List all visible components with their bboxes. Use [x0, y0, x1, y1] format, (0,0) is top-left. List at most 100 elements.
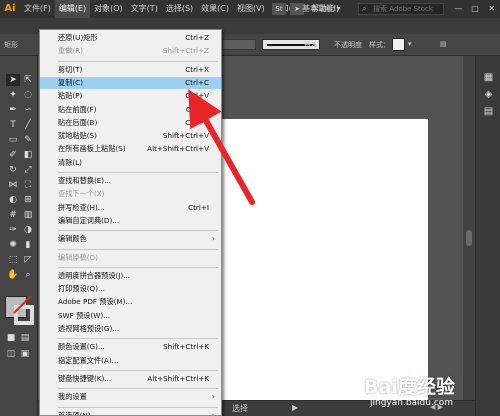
menu-item-shortcut: Shift+Ctrl+K	[163, 342, 209, 352]
libraries-panel-icon[interactable]: ▤	[482, 106, 495, 118]
menu-item[interactable]: 透明度拼合器预设(J)...	[40, 270, 221, 282]
menu-item[interactable]: 复制(C) Ctrl+C	[40, 76, 221, 89]
maximize-button[interactable]: □	[467, 0, 484, 18]
menu-item[interactable]: 编辑自定词典(D)...	[40, 215, 221, 227]
scale-tool-icon[interactable]: ⤢	[21, 164, 35, 176]
menu-item[interactable]: 贴在后面(B) Ctrl+B	[40, 117, 221, 129]
menu-item-label: 贴在前面(F)	[58, 104, 97, 114]
type-tool-icon[interactable]: T	[6, 119, 20, 131]
menu-item[interactable]: 重做(R) Shift+Ctrl+Z	[40, 45, 221, 57]
menu-item[interactable]: 颜色设置(G)... Shift+Ctrl+K	[40, 341, 221, 353]
hand-tool-icon[interactable]: ✋	[6, 269, 20, 281]
menu-4[interactable]: 选择(S)	[162, 0, 197, 18]
pen-tool-icon[interactable]: ✒	[6, 104, 20, 116]
eyedropper-icon[interactable]: ✑	[6, 224, 20, 236]
menu-5[interactable]: 效果(C)	[197, 0, 233, 18]
direct-selection-tool-icon[interactable]: ⇱	[21, 74, 35, 86]
slice-tool-icon[interactable]: ◸	[21, 254, 35, 266]
menu-0[interactable]: 文件(F)	[20, 0, 55, 18]
menu-item-shortcut: Ctrl+X	[185, 64, 209, 74]
minimize-button[interactable]: —	[450, 0, 467, 18]
menu-item[interactable]: 透视网格预设(G)...	[40, 323, 221, 335]
status-arrow-icon[interactable]: ▶	[292, 403, 298, 412]
chevron-right-icon: ›	[211, 392, 215, 402]
stock-search-input[interactable]: ⌕ 搜索 Adobe Stock	[358, 3, 444, 15]
color-mode-icon[interactable]: ■	[4, 332, 18, 344]
free-transform-icon[interactable]: ⛶	[21, 179, 35, 191]
rotate-tool-icon[interactable]: ↻	[6, 164, 20, 176]
artboard-tool-icon[interactable]: ⬚	[6, 254, 20, 266]
menu-item[interactable]: 打印预设(Q)...	[40, 283, 221, 295]
menu-item[interactable]: SWF 预设(W)...	[40, 310, 221, 322]
curvature-tool-icon[interactable]: ∽	[21, 104, 35, 116]
stroke-weight-field[interactable]	[222, 39, 256, 50]
menu-6[interactable]: 视图(V)	[233, 0, 269, 18]
watermark-logo: Bai度经验	[364, 376, 455, 398]
gradient-tool-icon[interactable]: ▥	[21, 209, 35, 221]
menu-item[interactable]: Adobe PDF 预设(M)...	[40, 296, 221, 308]
menu-item[interactable]: 键盘快捷键(K)... Alt+Shift+Ctrl+K	[40, 373, 221, 385]
menu-3[interactable]: 文字(T)	[127, 0, 162, 18]
menu-item[interactable]: 编辑原稿(O)	[40, 252, 221, 264]
menu-item-label: 透视网格预设(G)...	[58, 324, 120, 333]
menu-item-shortcut: Ctrl+V	[185, 91, 209, 101]
paintbrush-icon[interactable]: ✎	[21, 134, 35, 146]
menu-item-label: 指定配置文件(A)...	[58, 355, 119, 365]
shaper-tool-icon[interactable]: ✐	[6, 149, 20, 161]
menu-item-label: 打印预设(Q)...	[58, 284, 105, 294]
layers-panel-icon[interactable]: ◈	[482, 89, 495, 101]
magic-wand-icon[interactable]: ✦	[6, 89, 20, 101]
menu-item-label: 查找和替换(E)...	[58, 176, 111, 185]
rectangle-tool-icon[interactable]: ▭	[6, 134, 20, 146]
close-button[interactable]: ✕	[483, 0, 500, 18]
scrollbar-thumb[interactable]	[466, 230, 472, 246]
line-tool-icon[interactable]: ╱	[21, 119, 35, 131]
vertical-scrollbar[interactable]	[463, 56, 475, 400]
menu-item[interactable]: 首选项(N) ›	[40, 410, 221, 416]
menu-1[interactable]: 编辑(E)	[54, 0, 91, 18]
graphic-style-swatch[interactable]	[392, 38, 405, 51]
menu-2[interactable]: 对象(O)	[90, 0, 127, 18]
menu-item[interactable]: 还原(U)矩形 Ctrl+Z	[40, 32, 221, 44]
chevron-down-icon[interactable]: ▾	[408, 40, 412, 48]
menu-item-label: 颜色设置(G)...	[58, 342, 105, 352]
stroke-style-label: 基本	[304, 41, 318, 49]
menu-item[interactable]: 拼写检查(H)... Ctrl+I	[40, 202, 221, 214]
document-setup-icon[interactable]: ▤	[440, 40, 447, 48]
screen-mode-icon[interactable]: ▣	[18, 348, 32, 360]
menu-item-shortcut: Ctrl+I	[188, 202, 209, 212]
zoom-tool-icon[interactable]: ⌕	[21, 269, 35, 281]
menu-item[interactable]: 指定配置文件(A)...	[40, 355, 221, 367]
selection-tool-icon[interactable]: ➤	[6, 74, 20, 86]
workspace-switcher[interactable]: 基本功能 ▾	[302, 0, 341, 18]
graph-tool-icon[interactable]: ▮	[21, 239, 35, 251]
mesh-tool-icon[interactable]: #	[6, 209, 20, 221]
lasso-icon[interactable]: ◌	[21, 89, 35, 101]
eraser-icon[interactable]: ◧	[21, 149, 35, 161]
menu-item[interactable]: 我的设置 ›	[40, 391, 221, 403]
properties-panel-icon[interactable]: ▦	[482, 72, 495, 84]
status-mode[interactable]: 选择	[232, 403, 248, 414]
blend-tool-icon[interactable]: ◑	[21, 224, 35, 236]
width-tool-icon[interactable]: ⋈	[6, 179, 20, 191]
menu-item[interactable]: 剪切(T) Ctrl+X	[40, 64, 221, 76]
opacity-label[interactable]: 不透明度	[334, 40, 362, 50]
menu-item[interactable]: 清除(L)	[40, 157, 221, 169]
menu-item[interactable]: 贴在前面(F) Ctrl+F	[40, 104, 221, 116]
menu-item[interactable]: 编辑颜色 ›	[40, 233, 221, 245]
menu-item[interactable]: 粘贴(P) Ctrl+V	[40, 90, 221, 102]
perspective-grid-icon[interactable]: ⊞	[21, 194, 35, 206]
menu-item-shortcut: Shift+Ctrl+Z	[162, 46, 209, 56]
menu-item[interactable]: 就地粘贴(S) Shift+Ctrl+V	[40, 130, 221, 142]
menu-item[interactable]: 查找下一个(X)	[40, 188, 221, 200]
gradient-mode-icon[interactable]: ▤	[18, 332, 32, 344]
menu-item[interactable]: 在所有画板上粘贴(S) Alt+Shift+Ctrl+V	[40, 143, 221, 155]
draw-mode-icon[interactable]: ◫	[4, 348, 18, 360]
artboard[interactable]	[222, 119, 428, 400]
app-logo: Ai	[4, 3, 16, 14]
menu-item-label: 粘贴(P)	[58, 91, 83, 101]
symbol-sprayer-icon[interactable]: ✺	[6, 239, 20, 251]
shape-builder-icon[interactable]: ◐	[6, 194, 20, 206]
stock-icon[interactable]: St	[272, 3, 286, 15]
menu-item[interactable]: 查找和替换(E)...	[40, 175, 221, 187]
